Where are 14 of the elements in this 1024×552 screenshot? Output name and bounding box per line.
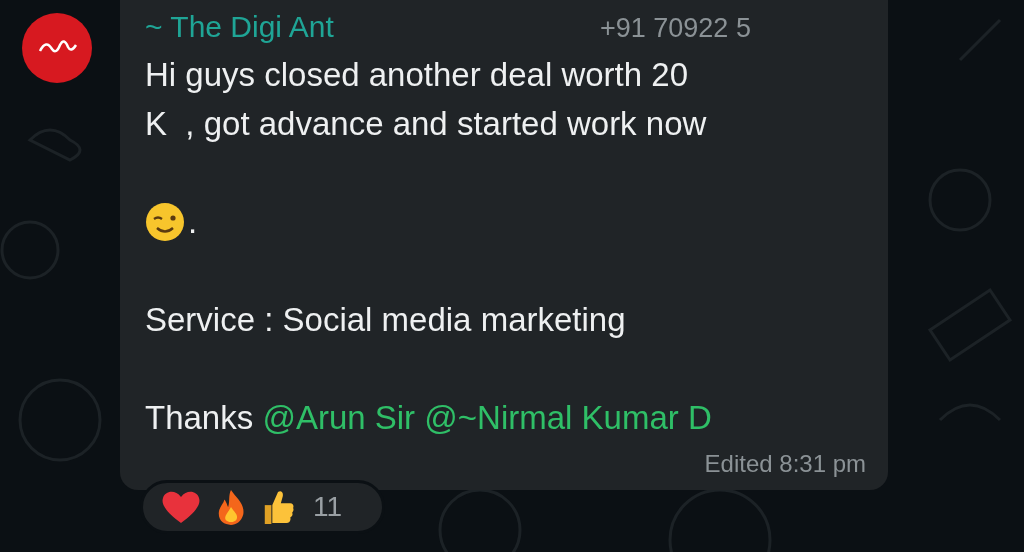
- message-text: Service : Social media marketing: [145, 300, 627, 340]
- sender-name[interactable]: ~ The Digi Ant: [145, 10, 334, 44]
- wink-emoji-icon: [145, 201, 185, 242]
- mention-link[interactable]: @Arun Sir: [262, 399, 416, 436]
- sender-phone: +91 70922 5: [600, 13, 752, 44]
- avatar-logo-icon[interactable]: [22, 13, 92, 83]
- message-text: Hi guys closed another deal worth 20: [145, 55, 689, 95]
- heart-icon: [161, 489, 201, 525]
- message-text: Thanks @Arun Sir @~Nirmal Kumar D: [145, 398, 713, 438]
- message-text: K , got advance and started work now: [145, 104, 708, 144]
- message-timestamp: Edited 8:31 pm: [704, 450, 866, 478]
- message-text: .: [188, 202, 198, 242]
- reactions-pill[interactable]: 11: [140, 480, 385, 534]
- mention-link[interactable]: @~Nirmal Kumar D: [424, 399, 712, 436]
